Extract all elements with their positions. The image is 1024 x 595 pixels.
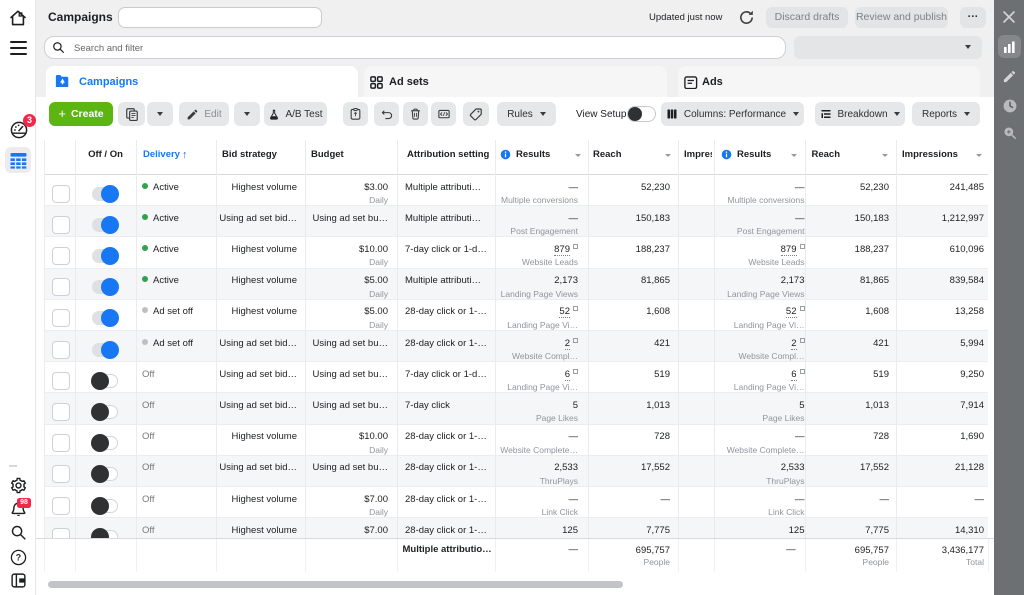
svg-text:?: ? [16, 552, 21, 562]
